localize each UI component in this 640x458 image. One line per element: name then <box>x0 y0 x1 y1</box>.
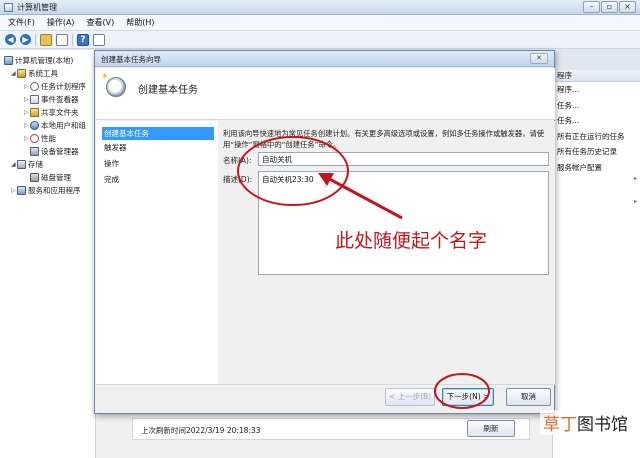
refresh-button[interactable]: 刷新 <box>467 420 515 437</box>
tree-item-performance[interactable]: ▷ 性能 <box>24 132 56 144</box>
description-label: 描述(D): <box>223 175 253 184</box>
last-refresh-text: 上次刷新时间2022/3/19 20:18:33 <box>141 426 261 435</box>
menu-action[interactable]: 操作(A) <box>47 17 75 28</box>
show-hide-tree-icon[interactable] <box>56 33 68 46</box>
watermark-part2: 图书馆 <box>577 415 628 435</box>
dialog-divider <box>96 384 555 385</box>
tree-item-computer-management[interactable]: 计算机管理(本地) <box>4 54 73 66</box>
menu-view[interactable]: 查看(V) <box>87 17 115 28</box>
forward-arrow-icon[interactable]: ▶ <box>20 34 31 45</box>
menu-bar: 文件(F) 操作(A) 查看(V) 帮助(H) <box>0 15 640 31</box>
task-name-input[interactable] <box>258 152 549 166</box>
tree-item-shared-folders[interactable]: ▷ 共享文件夹 <box>24 106 79 118</box>
task-clock-icon <box>106 77 126 97</box>
tree-item-storage[interactable]: ◢ 存储 <box>11 158 43 170</box>
users-icon <box>30 120 39 130</box>
action-item[interactable]: 程序... <box>553 82 640 98</box>
back-arrow-icon[interactable]: ◀ <box>5 34 16 45</box>
site-watermark: 草丁图书馆 <box>540 410 631 435</box>
performance-icon <box>30 133 39 143</box>
action-item[interactable]: 任务... <box>553 98 640 114</box>
tree-item-services-apps[interactable]: ▷ 服务和应用程序 <box>11 184 81 196</box>
dialog-header-title: 创建基本任务 <box>138 85 198 96</box>
share-icon <box>30 107 39 117</box>
computer-management-icon <box>4 3 13 12</box>
step-action[interactable]: 操作 <box>102 157 214 170</box>
action-item[interactable]: 任务... <box>553 113 640 129</box>
help-icon[interactable]: ? <box>77 33 89 46</box>
close-icon[interactable]: × <box>619 1 636 13</box>
window-title: 计算机管理 <box>17 3 57 12</box>
services-icon <box>17 185 26 195</box>
window-controls: – ▫ × <box>583 1 636 14</box>
next-button[interactable]: 下一步(N) > <box>442 388 494 406</box>
toolbar: ◀ ▶ ? <box>0 31 640 49</box>
chevron-right-icon[interactable]: ▸ <box>634 175 637 182</box>
action-item[interactable]: 所有正在运行的任务 <box>553 129 640 145</box>
step-finish[interactable]: 完成 <box>102 173 214 186</box>
cancel-button[interactable]: 取消 <box>506 388 551 406</box>
annotation-text: 此处随便起个名字 <box>335 230 488 252</box>
menu-file[interactable]: 文件(F) <box>8 17 35 28</box>
action-item[interactable]: 服务帐户配置 <box>553 160 640 176</box>
minimize-icon[interactable]: – <box>583 1 600 13</box>
device-icon <box>30 146 39 156</box>
back-button[interactable]: < 上一步(B) <box>385 388 435 406</box>
name-label: 名称(A): <box>223 156 252 165</box>
tree-item-event-viewer[interactable]: ▷ 事件查看器 <box>24 93 79 105</box>
storage-icon <box>17 159 26 169</box>
disk-icon <box>30 172 39 182</box>
tree-item-task-scheduler[interactable]: ▷ 任务计划程序 <box>24 80 86 92</box>
tree-item-local-users[interactable]: ▷ 本地用户和组 <box>24 119 86 131</box>
dialog-close-icon[interactable]: ✕ <box>530 53 548 64</box>
task-description-input[interactable] <box>258 171 549 275</box>
watermark-part1: 草丁 <box>543 415 577 435</box>
step-create-basic-task[interactable]: 创建基本任务 <box>102 127 214 140</box>
menu-help[interactable]: 帮助(H) <box>126 17 154 28</box>
navigation-tree: 计算机管理(本地) ◢ 系统工具 ▷ 任务计划程序 ▷ 事件查看器 ▷ 共享文件… <box>0 50 96 458</box>
dialog-titlebar: 创建基本任务向导 ✕ <box>95 51 554 67</box>
computer-icon <box>4 55 13 65</box>
step-trigger[interactable]: 触发器 <box>102 141 214 154</box>
actions-pane: 程序 程序... 任务... 任务... 所有正在运行的任务 所有任务历史记录 … <box>552 70 640 458</box>
window-titlebar: 计算机管理 – ▫ × <box>0 0 640 15</box>
tree-item-disk-management[interactable]: 磁盘管理 <box>30 171 71 183</box>
dialog-title: 创建基本任务向导 <box>101 55 161 64</box>
toolbar-separator <box>72 33 73 46</box>
actions-header[interactable]: 程序 <box>553 70 640 82</box>
toolbar-separator <box>35 33 36 46</box>
action-pane-icon[interactable] <box>93 33 105 46</box>
tree-item-system-tools[interactable]: ◢ 系统工具 <box>11 67 58 79</box>
action-item[interactable]: 所有任务历史记录 <box>553 144 640 160</box>
event-icon <box>30 94 39 104</box>
wizard-steps: 创建基本任务 触发器 操作 完成 <box>96 121 218 384</box>
clock-icon <box>30 81 39 91</box>
up-folder-icon[interactable] <box>40 33 52 46</box>
wizard-intro-text: 利用该向导快速地为常见任务创建计划。有关更多高级选项或设置，例如多任务操作或触发… <box>223 129 545 149</box>
tools-icon <box>17 68 26 78</box>
maximize-icon[interactable]: ▫ <box>601 1 618 13</box>
chevron-right-icon[interactable]: ▸ <box>634 198 637 205</box>
tree-item-device-manager[interactable]: 设备管理器 <box>30 145 79 157</box>
dialog-header: ✶ 创建基本任务 <box>96 68 555 120</box>
